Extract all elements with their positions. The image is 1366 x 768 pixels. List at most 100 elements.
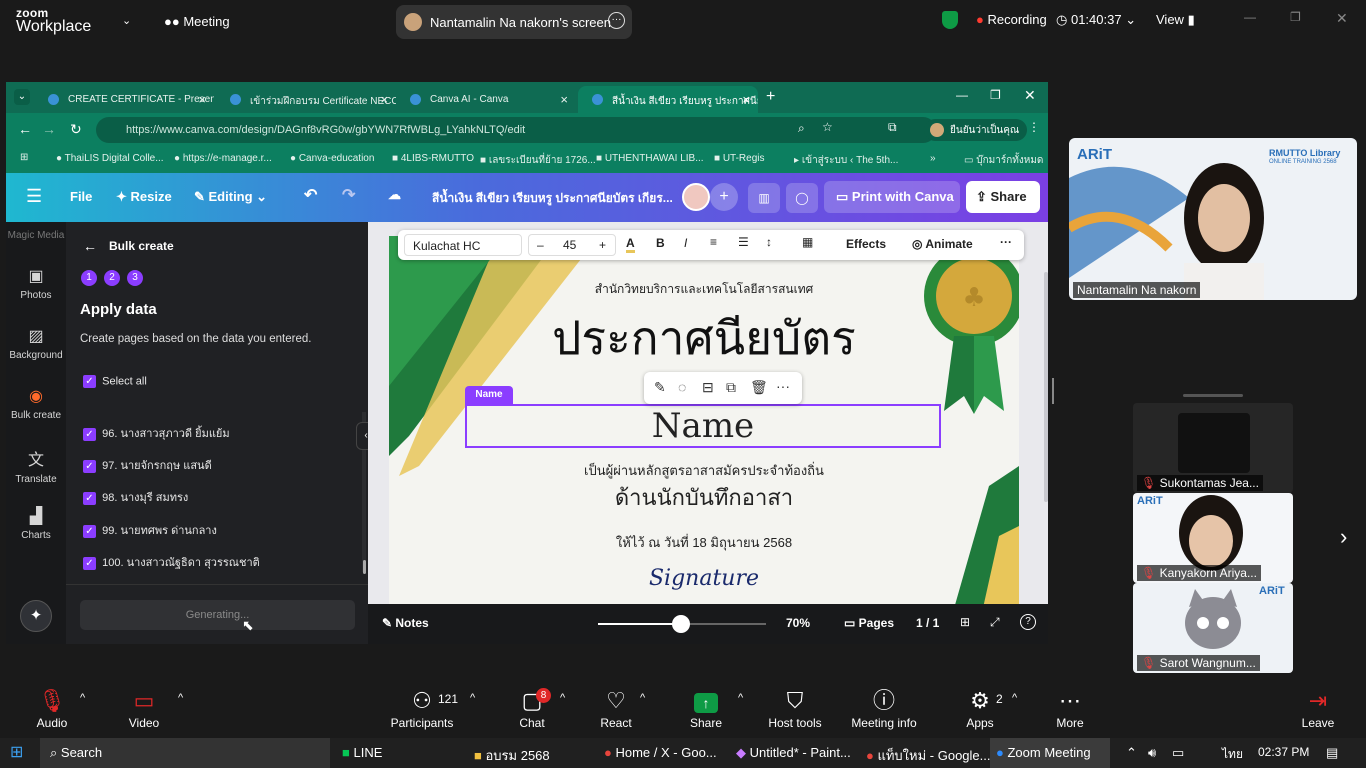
comment-add-icon[interactable]: ◌	[678, 379, 686, 395]
taskbar-item[interactable]: ◆ Untitled* - Paint...	[732, 738, 851, 768]
share-screen-button[interactable]: ↑ Share	[666, 678, 746, 730]
trash-icon[interactable]: 🗑	[750, 379, 768, 396]
avatar[interactable]	[682, 183, 710, 211]
participant-tile[interactable]: ARiT 🎙︎ Kanyakorn Ariya...	[1133, 493, 1293, 583]
split-handle[interactable]	[1052, 378, 1054, 404]
leave-button[interactable]: ⇥ Leave	[1278, 678, 1358, 730]
bookmark[interactable]: ● Canva-education	[290, 153, 374, 164]
scrollbar[interactable]	[1044, 272, 1048, 502]
back-icon[interactable]: ←	[18, 121, 32, 137]
transparency-icon[interactable]: ▦	[802, 235, 813, 249]
minimize-icon[interactable]: —	[1244, 10, 1256, 24]
close-icon[interactable]: ✕	[1336, 10, 1348, 27]
course-title[interactable]: ด้านนักบันทึกอาสา	[389, 480, 1019, 515]
list-item[interactable]: ✓ 96. นางสาวสุภาวดี ยิ้มแย้ม	[83, 424, 230, 442]
rail-photos[interactable]: ▣ Photos	[6, 266, 66, 301]
insights-icon[interactable]: ▥	[748, 183, 780, 213]
redo-icon[interactable]: ↷	[342, 185, 355, 205]
network-icon[interactable]: ▭	[1172, 738, 1184, 768]
list-item[interactable]: ✓ 99. นายทศพร ด่านกลาง	[83, 521, 217, 539]
zoom-logo[interactable]: zoom Workplace	[16, 7, 91, 35]
more-icon[interactable]: ···	[776, 378, 790, 394]
forward-icon[interactable]: →	[42, 121, 56, 137]
apps-button[interactable]: ⚙ Apps	[940, 678, 1020, 730]
bookmark[interactable]: ■ UTHENTHAWAI LIB...	[596, 153, 704, 164]
tab-close-icon[interactable]: ×	[742, 92, 750, 107]
animate-button[interactable]: ◎ Animate	[912, 237, 973, 251]
font-size-stepper[interactable]: – 45 +	[528, 234, 616, 256]
duplicate-icon[interactable]: ⧉	[726, 379, 736, 396]
bookmark[interactable]: ● ThaiLIS Digital Colle...	[56, 153, 164, 164]
react-button[interactable]: ♡ React	[576, 678, 656, 730]
reload-icon[interactable]: ↻	[70, 121, 82, 138]
help-icon[interactable]: ?	[1020, 614, 1036, 630]
generate-button[interactable]: Generating...	[80, 600, 355, 630]
back-arrow-icon[interactable]: ←	[83, 238, 97, 254]
italic-icon[interactable]: I	[684, 236, 687, 250]
browser-tab[interactable]: เข้าร่วมฝึกอบรม Certificate NECC ×	[216, 86, 396, 113]
participants-options-chevron-icon[interactable]: ^	[470, 692, 475, 704]
minimize-icon[interactable]: —	[956, 88, 968, 102]
volume-icon[interactable]: 🔊︎	[1148, 738, 1156, 768]
rail-charts[interactable]: ▟ Charts	[6, 506, 66, 541]
participant-tile[interactable]: 🎙︎ Sukontamas Jea...	[1133, 403, 1293, 493]
document-title[interactable]: สีน้ำเงิน สีเขียว เรียบหรู ประกาศนียบัตร…	[432, 189, 673, 208]
taskbar-item[interactable]: ● แท็บใหม่ - Google...	[862, 738, 990, 768]
bookmark[interactable]: ● https://e-manage.r...	[174, 153, 272, 164]
view-button[interactable]: View ▮	[1156, 12, 1195, 28]
more-icon[interactable]: ···	[608, 12, 625, 29]
name-textbox[interactable]: Name	[465, 404, 941, 448]
bookmark[interactable]: ■ 4LIBS-RMUTTO	[392, 153, 474, 164]
apps-options-chevron-icon[interactable]: ^	[1012, 692, 1017, 704]
video-options-chevron-icon[interactable]: ^	[178, 692, 183, 704]
bold-icon[interactable]: B	[656, 236, 665, 250]
restore-icon[interactable]: ❐	[1290, 10, 1301, 24]
list-item[interactable]: ✓ 100. นางสาวณัฐธิดา สุวรรณชาติ	[83, 553, 260, 571]
tab-list-icon[interactable]: ⌄	[14, 89, 30, 105]
bookmark-folder[interactable]: ▭ บุ๊กมาร์กทั้งหมด	[964, 153, 1043, 168]
spacing-icon[interactable]: ↕	[766, 235, 772, 249]
certificate-title[interactable]: ประกาศนียบัตร	[389, 302, 1019, 375]
rail-background[interactable]: ▨ Background	[6, 326, 66, 361]
url-input[interactable]: https://www.canva.com/design/DAGnf8vRG0w…	[96, 117, 936, 143]
taskbar-item[interactable]: ● Home / X - Goo...	[600, 738, 717, 768]
taskbar-item[interactable]: ■ LINE	[338, 738, 382, 768]
pages-button[interactable]: ▭ Pages	[844, 616, 894, 630]
grid-view-icon[interactable]: ⊞	[960, 615, 970, 629]
rail-translate[interactable]: 文 Translate	[6, 446, 66, 485]
zoom-level[interactable]: 70%	[786, 616, 810, 630]
taskbar-item[interactable]: ■ อบรม 2568	[470, 738, 550, 768]
menu-icon[interactable]: ⋮	[1028, 120, 1040, 134]
align-center-icon[interactable]: ≡	[710, 235, 717, 249]
meeting-tab[interactable]: ●● Meeting	[164, 14, 230, 29]
recording-status[interactable]: ● Recording	[976, 12, 1047, 27]
apps-grid-icon[interactable]: ⊞	[20, 152, 28, 163]
lock-icon[interactable]: ⊟	[702, 379, 714, 396]
select-all-checkbox[interactable]: ✓ Select all	[83, 375, 147, 388]
hamburger-icon[interactable]: ☰	[26, 186, 42, 207]
participant-tile[interactable]: ARiT 🎙︎ Sarot Wangnum...	[1133, 583, 1293, 673]
resize-button[interactable]: ✦ Resize	[116, 189, 172, 205]
increase-size-button[interactable]: +	[599, 238, 606, 252]
more-icon[interactable]: ···	[1000, 235, 1012, 249]
shield-icon[interactable]	[942, 11, 958, 29]
bookmark[interactable]: ■ เลขระเบียนที่ย้าย 1726...	[480, 153, 596, 168]
certificate-page[interactable]: ♣ สำนักวิทยบริการและเทคโนโลยีสารสนเทศ ปร…	[389, 236, 1019, 626]
more-button[interactable]: ⋯ More	[1030, 678, 1110, 730]
meeting-info-button[interactable]: ⓘ Meeting info	[842, 678, 926, 730]
text-color-icon[interactable]: A	[626, 236, 635, 253]
search-box[interactable]: ⌕ Search	[40, 738, 330, 768]
tab-close-icon[interactable]: ×	[198, 92, 206, 107]
chat-button[interactable]: ▢ Chat	[492, 678, 572, 730]
file-menu[interactable]: File	[70, 189, 92, 204]
screen-share-pill[interactable]: Nantamalin Na nakorn's screen ···	[396, 5, 632, 39]
decrease-size-button[interactable]: –	[537, 238, 544, 252]
font-size-value[interactable]: 45	[563, 238, 576, 252]
magic-edit-icon[interactable]: ✎	[654, 379, 666, 396]
react-options-chevron-icon[interactable]: ^	[640, 692, 645, 704]
page-count[interactable]: 1 / 1	[916, 616, 939, 630]
editing-menu[interactable]: ✎ Editing ⌄	[194, 189, 267, 205]
new-tab-icon[interactable]: +	[766, 88, 775, 106]
audio-button[interactable]: 🎙︎ Audio	[12, 678, 92, 730]
list-item[interactable]: ✓ 98. นางมุรี สมทรง	[83, 488, 188, 506]
